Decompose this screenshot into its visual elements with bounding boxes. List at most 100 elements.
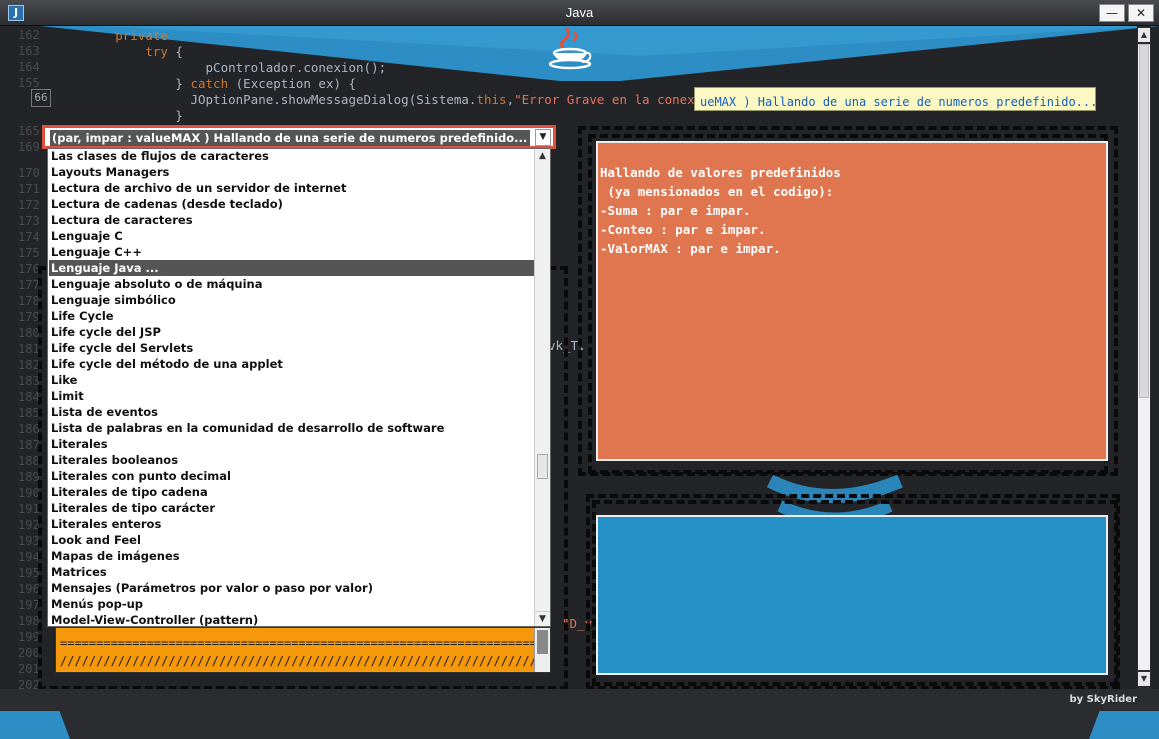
textarea-scrollbar[interactable] (534, 628, 550, 672)
line-number: 178 (18, 294, 40, 308)
line-number: 179 (18, 310, 40, 324)
code-token: private (115, 28, 176, 43)
line-number: 186 (18, 422, 40, 436)
code-token: } (175, 108, 183, 123)
topic-combobox[interactable]: (par, impar : valueMAX ) Hallando de una… (42, 125, 556, 149)
scroll-up-icon[interactable]: ▲ (535, 149, 550, 164)
dropdown-item[interactable]: Literales con punto decimal (49, 468, 535, 484)
line-number: 193 (18, 534, 40, 548)
code-token: (Exception ex) { (235, 76, 357, 91)
dropdown-item[interactable]: Lenguaje Java ... (49, 260, 535, 276)
dropdown-item[interactable]: Life cycle del método de una applet (49, 356, 535, 372)
code-token: { (175, 44, 183, 59)
dropdown-item[interactable]: Las clases de flujos de caracteres (49, 149, 535, 164)
dropdown-item[interactable]: Lista de palabras en la comunidad de des… (49, 420, 535, 436)
output-textarea[interactable]: ========================================… (55, 627, 551, 673)
dropdown-item[interactable]: Lenguaje C++ (49, 244, 535, 260)
tooltip-text: ueMAX ) Hallando de una serie de numeros… (700, 95, 1098, 109)
line-number: 199 (18, 630, 40, 644)
code-token: "Error Grave en la conexion (514, 92, 718, 107)
code-token: try (145, 44, 176, 59)
dropdown-item[interactable]: Lista de eventos (49, 404, 535, 420)
dropdown-item[interactable]: Life Cycle (49, 308, 535, 324)
dropdown-item[interactable]: Lectura de caracteres (49, 212, 535, 228)
dropdown-item[interactable]: Matrices (49, 564, 535, 580)
line-number: 183 (18, 374, 40, 388)
line-number: 165 (18, 124, 40, 138)
code-token: this (476, 92, 507, 107)
blue-output-panel (596, 515, 1108, 675)
dropdown-item[interactable]: Mensajes (Parámetros por valor o paso po… (49, 580, 535, 596)
dropdown-item[interactable]: Life cycle del Servlets (49, 340, 535, 356)
dropdown-item[interactable]: Literales enteros (49, 516, 535, 532)
line-number: 164 (18, 60, 40, 74)
line-number: 172 (18, 198, 40, 212)
dropdown-item[interactable]: Literales de tipo cadena (49, 484, 535, 500)
editor-scrollbar[interactable]: ▲ ▼ (1137, 26, 1151, 689)
info-line: -Conteo : par e impar. (600, 222, 766, 237)
dropdown-item[interactable]: Lenguaje simbólico (49, 292, 535, 308)
main-stage: 162 163 164 155 165 169 170 171 172 173 … (0, 26, 1159, 739)
scroll-track[interactable] (1138, 44, 1150, 670)
dropdown-item[interactable]: Layouts Managers (49, 164, 535, 180)
line-number: 200 (18, 646, 40, 660)
dropdown-item[interactable]: Literales de tipo carácter (49, 500, 535, 516)
line-number: 188 (18, 454, 40, 468)
line-number: 201 (18, 662, 40, 676)
dropdown-item[interactable]: Lenguaje absoluto o de máquina (49, 276, 535, 292)
info-line: -Suma : par e impar. (600, 203, 751, 218)
dropdown-item[interactable]: Literales booleanos (49, 452, 535, 468)
window-title: Java (565, 5, 594, 20)
dropdown-scrollbar[interactable]: ▲ ▼ (534, 149, 550, 626)
code-line: JOptionPane.showMessageDialog(Sistema.th… (55, 92, 717, 107)
minimize-button[interactable]: — (1099, 4, 1125, 22)
line-number: 184 (18, 390, 40, 404)
dropdown-item[interactable]: Mapas de imágenes (49, 548, 535, 564)
line-number: 187 (18, 438, 40, 452)
code-line: } (55, 108, 183, 123)
bottom-banner (0, 689, 1159, 739)
line-number: 173 (18, 214, 40, 228)
scroll-thumb[interactable] (1139, 44, 1149, 398)
code-line: private (55, 28, 175, 43)
dropdown-item[interactable]: Lenguaje C (49, 228, 535, 244)
combobox-selected-value[interactable]: (par, impar : valueMAX ) Hallando de una… (50, 130, 530, 146)
dropdown-item[interactable]: Model-View-Controller (pattern) (49, 612, 535, 626)
dropdown-item[interactable]: Like (49, 372, 535, 388)
line-number: 195 (18, 566, 40, 580)
line-number: 185 (18, 406, 40, 420)
line-number: 170 (18, 166, 40, 180)
line-number: 191 (18, 502, 40, 516)
dropdown-item[interactable]: Lectura de archivo de un servidor de int… (49, 180, 535, 196)
dropdown-item[interactable]: Life cycle del JSP (49, 324, 535, 340)
scroll-thumb[interactable] (537, 454, 548, 479)
line-number: 190 (18, 486, 40, 500)
scroll-down-icon[interactable]: ▼ (535, 611, 550, 626)
line-number: 174 (18, 230, 40, 244)
line-number: 181 (18, 342, 40, 356)
dropdown-item[interactable]: Menús pop-up (49, 596, 535, 612)
dropdown-item[interactable]: Limit (49, 388, 535, 404)
close-button[interactable]: ✕ (1128, 4, 1154, 22)
dropdown-item[interactable]: Look and Feel (49, 532, 535, 548)
title-bar: J Java — ✕ (0, 0, 1159, 26)
dropdown-item[interactable]: Lectura de cadenas (desde teclado) (49, 196, 535, 212)
code-token: JOptionPane.showMessageDialog(Sistema. (190, 92, 477, 107)
combobox-dropdown-list[interactable]: Model-View-Controller (pattern) Menús pop… (47, 148, 551, 627)
scroll-thumb[interactable] (537, 630, 548, 654)
scroll-up-icon[interactable]: ▲ (1138, 28, 1150, 42)
dropdown-item[interactable]: Literales (49, 436, 535, 452)
line-number: 175 (18, 246, 40, 260)
line-number: 155 (18, 76, 40, 90)
code-token: catch (190, 76, 236, 91)
chevron-down-icon[interactable]: ▼ (535, 129, 551, 146)
line-number: 162 (18, 28, 40, 42)
scroll-down-icon[interactable]: ▼ (1138, 672, 1150, 686)
tooltip: ueMAX ) Hallando de una serie de numeros… (694, 87, 1098, 111)
code-line: try { (55, 44, 183, 59)
code-token: pControlador.conexion(); (205, 60, 387, 75)
bottom-wedge-right (1089, 711, 1159, 739)
bottom-wedge-left (0, 711, 70, 739)
code-line: pControlador.conexion(); (55, 60, 387, 75)
info-line: Hallando de valores predefinidos (600, 165, 841, 180)
